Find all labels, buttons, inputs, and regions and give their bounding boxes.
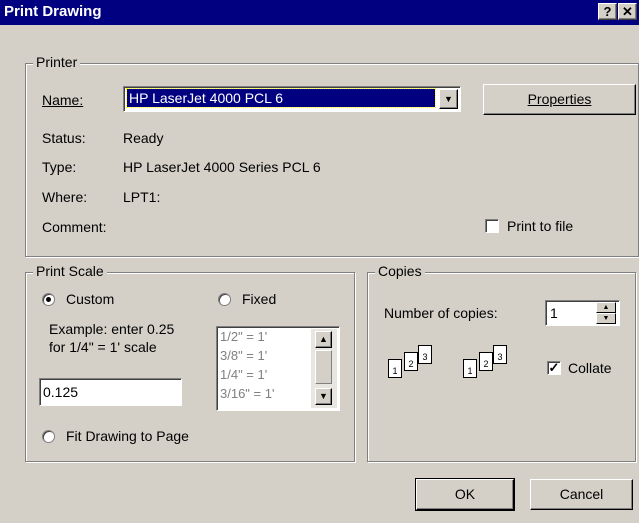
custom-scale-input[interactable]: 0.125 — [39, 378, 182, 406]
status-value: Ready — [123, 130, 164, 146]
title-bar[interactable]: Print Drawing ? ✕ — [0, 0, 639, 25]
print-to-file-checkbox[interactable] — [485, 219, 499, 233]
fixed-scale-scrollbar[interactable]: ▲ ▼ — [311, 329, 337, 408]
number-of-copies-label: Number of copies: — [384, 305, 498, 321]
close-button[interactable]: ✕ — [618, 3, 637, 20]
fixed-scale-list[interactable]: 1/2" = 1' 3/8" = 1' 1/4" = 1' 3/16" = 1'… — [216, 326, 340, 411]
printer-legend: Printer — [33, 54, 81, 70]
type-label: Type: — [42, 159, 77, 175]
collate-label[interactable]: Collate — [568, 360, 612, 376]
cancel-button[interactable]: Cancel — [530, 479, 633, 510]
spinner-down-icon[interactable]: ▼ — [596, 313, 616, 324]
copies-spinner[interactable]: 1 ▲ ▼ — [545, 300, 620, 326]
comment-label: Comment: — [42, 219, 107, 235]
name-label: Name: — [42, 92, 84, 108]
collated-pages-icon: 3 2 1 — [384, 345, 454, 395]
custom-label[interactable]: Custom — [66, 291, 114, 307]
status-label: Status: — [42, 130, 86, 146]
copies-legend: Copies — [375, 263, 425, 279]
print-scale-legend: Print Scale — [33, 263, 107, 279]
spinner-up-icon[interactable]: ▲ — [596, 302, 616, 313]
properties-button[interactable]: Properties — [483, 84, 636, 115]
ok-button[interactable]: OK — [415, 478, 515, 511]
where-value: LPT1: — [123, 189, 161, 205]
fit-to-page-radio[interactable] — [42, 430, 55, 443]
fixed-radio[interactable] — [218, 293, 231, 306]
where-label: Where: — [42, 189, 88, 205]
custom-scale-value: 0.125 — [43, 384, 79, 400]
properties-label: Properties — [527, 91, 592, 107]
scroll-up-icon[interactable]: ▲ — [315, 331, 332, 348]
printer-name-select[interactable]: HP LaserJet 4000 PCL 6 ▼ — [123, 86, 461, 112]
collated-pages-icon-2: 3 2 1 — [459, 345, 529, 395]
example-line-1: Example: enter 0.25 — [49, 321, 175, 337]
dropdown-arrow-icon[interactable]: ▼ — [439, 89, 458, 109]
fixed-label[interactable]: Fixed — [242, 291, 276, 307]
help-button[interactable]: ? — [598, 3, 617, 20]
scroll-down-icon[interactable]: ▼ — [315, 388, 332, 405]
example-line-2: for 1/4" = 1' scale — [49, 339, 157, 355]
printer-name-value: HP LaserJet 4000 PCL 6 — [126, 88, 436, 108]
fixed-scale-option[interactable]: 1/4" = 1' — [220, 367, 267, 382]
fixed-scale-option[interactable]: 1/2" = 1' — [220, 329, 267, 344]
collate-checkbox[interactable]: ✓ — [547, 361, 561, 375]
print-to-file-label[interactable]: Print to file — [507, 218, 573, 234]
copies-value: 1 — [550, 305, 558, 321]
window-title: Print Drawing — [4, 3, 102, 20]
fit-to-page-label[interactable]: Fit Drawing to Page — [66, 428, 189, 444]
scroll-thumb[interactable] — [315, 350, 332, 384]
fixed-scale-option[interactable]: 3/8" = 1' — [220, 348, 267, 363]
fixed-scale-option[interactable]: 3/16" = 1' — [220, 386, 274, 401]
type-value: HP LaserJet 4000 Series PCL 6 — [123, 159, 321, 175]
custom-radio[interactable] — [42, 293, 55, 306]
